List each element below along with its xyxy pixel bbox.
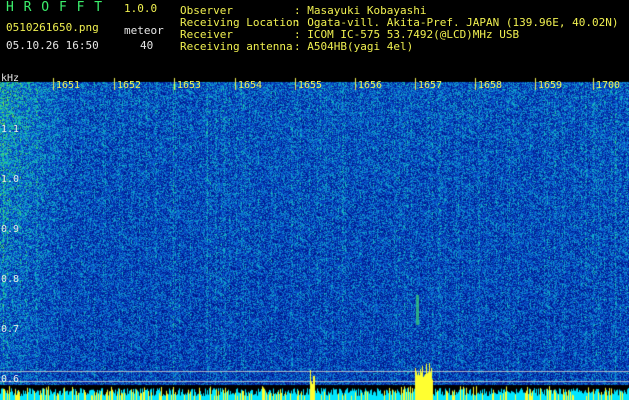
freq-tick: 1.0 [1, 174, 20, 185]
time-tick: 1700 [596, 80, 621, 91]
time-tick: 1656 [358, 80, 383, 91]
time-tick: 1653 [177, 80, 202, 91]
freq-tick: 0.9 [1, 224, 20, 235]
spectrogram-canvas [0, 0, 629, 400]
time-tick: 1652 [117, 80, 142, 91]
app-title: H R O F F T [6, 0, 104, 15]
time-tick: 1655 [298, 80, 323, 91]
app-version: 1.0.0 [124, 2, 158, 15]
info-label-antenna: Receiving antenna [180, 40, 293, 53]
date-time: 05.10.26 16:50 [6, 39, 99, 52]
time-tick: 1654 [238, 80, 263, 91]
freq-tick: 0.8 [1, 274, 20, 285]
meteor-label: meteor [124, 24, 164, 37]
info-value-antenna: : A504HB(yagi 4el) [294, 40, 414, 53]
freq-tick: 0.7 [1, 324, 20, 335]
freq-unit-label: kHz [1, 73, 20, 84]
freq-tick: 0.6 [1, 374, 20, 385]
time-tick: 1651 [56, 80, 81, 91]
freq-tick: 1.1 [1, 124, 20, 135]
time-tick: 1657 [418, 80, 443, 91]
file-name: 0510261650.png [6, 21, 99, 34]
time-tick: 1658 [478, 80, 503, 91]
time-tick: 1659 [538, 80, 563, 91]
meteor-count: 40 [140, 39, 154, 52]
